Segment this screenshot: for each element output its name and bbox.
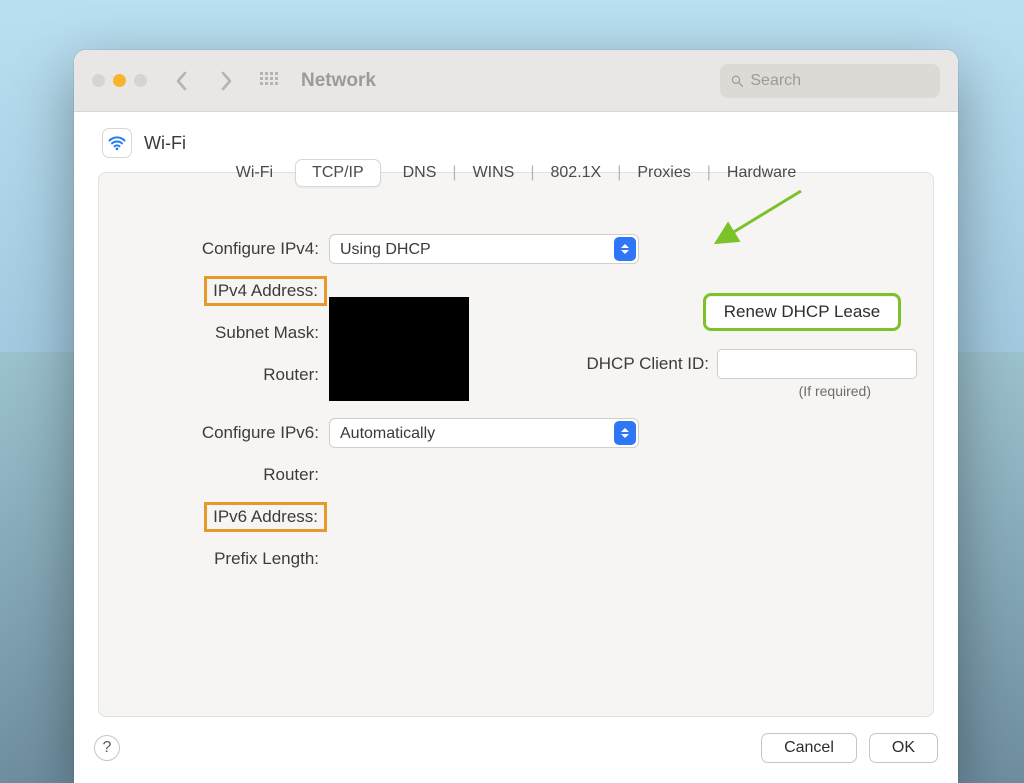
search-field-container: [720, 64, 940, 98]
configure-ipv4-select[interactable]: Using DHCP: [329, 234, 639, 264]
form-area: Configure IPv4: Using DHCP IPv4 Address:…: [99, 219, 933, 716]
ipv6-router-label: Router:: [109, 465, 329, 485]
content-area: Wi-Fi Wi-FiTCP/IPDNS|WINS|802.1X|Proxies…: [74, 112, 958, 783]
help-button[interactable]: ?: [94, 735, 120, 761]
interface-name: Wi-Fi: [144, 133, 186, 154]
minimize-window-button[interactable]: [113, 74, 126, 87]
tab-wins[interactable]: WINS: [457, 160, 531, 186]
ipv4-address-label: IPv4 Address:: [204, 276, 327, 306]
dhcp-client-id-input[interactable]: [717, 349, 917, 379]
configure-ipv4-label: Configure IPv4:: [109, 239, 329, 259]
tab-hardware[interactable]: Hardware: [711, 160, 812, 186]
redacted-ip-block: [329, 297, 469, 401]
close-window-button[interactable]: [92, 74, 105, 87]
tab-dns[interactable]: DNS: [387, 160, 453, 186]
preferences-window: Network Wi-Fi Wi-FiTCP/IPDNS|WINS|802.1X…: [74, 50, 958, 783]
maximize-window-button[interactable]: [134, 74, 147, 87]
configure-ipv6-label: Configure IPv6:: [109, 423, 329, 443]
show-all-preferences-button[interactable]: [255, 67, 283, 95]
tabs-container: Wi-FiTCP/IPDNS|WINS|802.1X|Proxies|Hardw…: [99, 159, 933, 187]
ok-button[interactable]: OK: [869, 733, 938, 763]
tab-proxies[interactable]: Proxies: [621, 160, 706, 186]
dhcp-client-id-hint: (If required): [799, 383, 871, 399]
wifi-icon: [102, 128, 132, 158]
prefix-length-label: Prefix Length:: [109, 549, 329, 569]
tab-wifi[interactable]: Wi-Fi: [220, 160, 289, 186]
interface-header: Wi-Fi: [102, 128, 936, 158]
back-button[interactable]: [167, 66, 197, 96]
tab-tcpip[interactable]: TCP/IP: [295, 159, 381, 187]
subnet-mask-label: Subnet Mask:: [109, 323, 329, 343]
dhcp-client-id-label: DHCP Client ID:: [587, 354, 710, 374]
configure-ipv6-select[interactable]: Automatically: [329, 418, 639, 448]
cancel-button[interactable]: Cancel: [761, 733, 857, 763]
titlebar: Network: [74, 50, 958, 112]
traffic-lights: [92, 74, 147, 87]
window-title: Network: [301, 70, 376, 92]
search-input[interactable]: [750, 72, 930, 90]
settings-panel: Wi-FiTCP/IPDNS|WINS|802.1X|Proxies|Hardw…: [98, 172, 934, 717]
sheet-footer: ? Cancel OK: [74, 721, 958, 783]
ipv4-router-label: Router:: [109, 365, 329, 385]
ipv6-address-label: IPv6 Address:: [204, 502, 327, 532]
search-icon: [730, 73, 744, 89]
renew-dhcp-lease-button[interactable]: Renew DHCP Lease: [703, 293, 902, 331]
forward-button[interactable]: [211, 66, 241, 96]
tab-8021x[interactable]: 802.1X: [535, 160, 618, 186]
